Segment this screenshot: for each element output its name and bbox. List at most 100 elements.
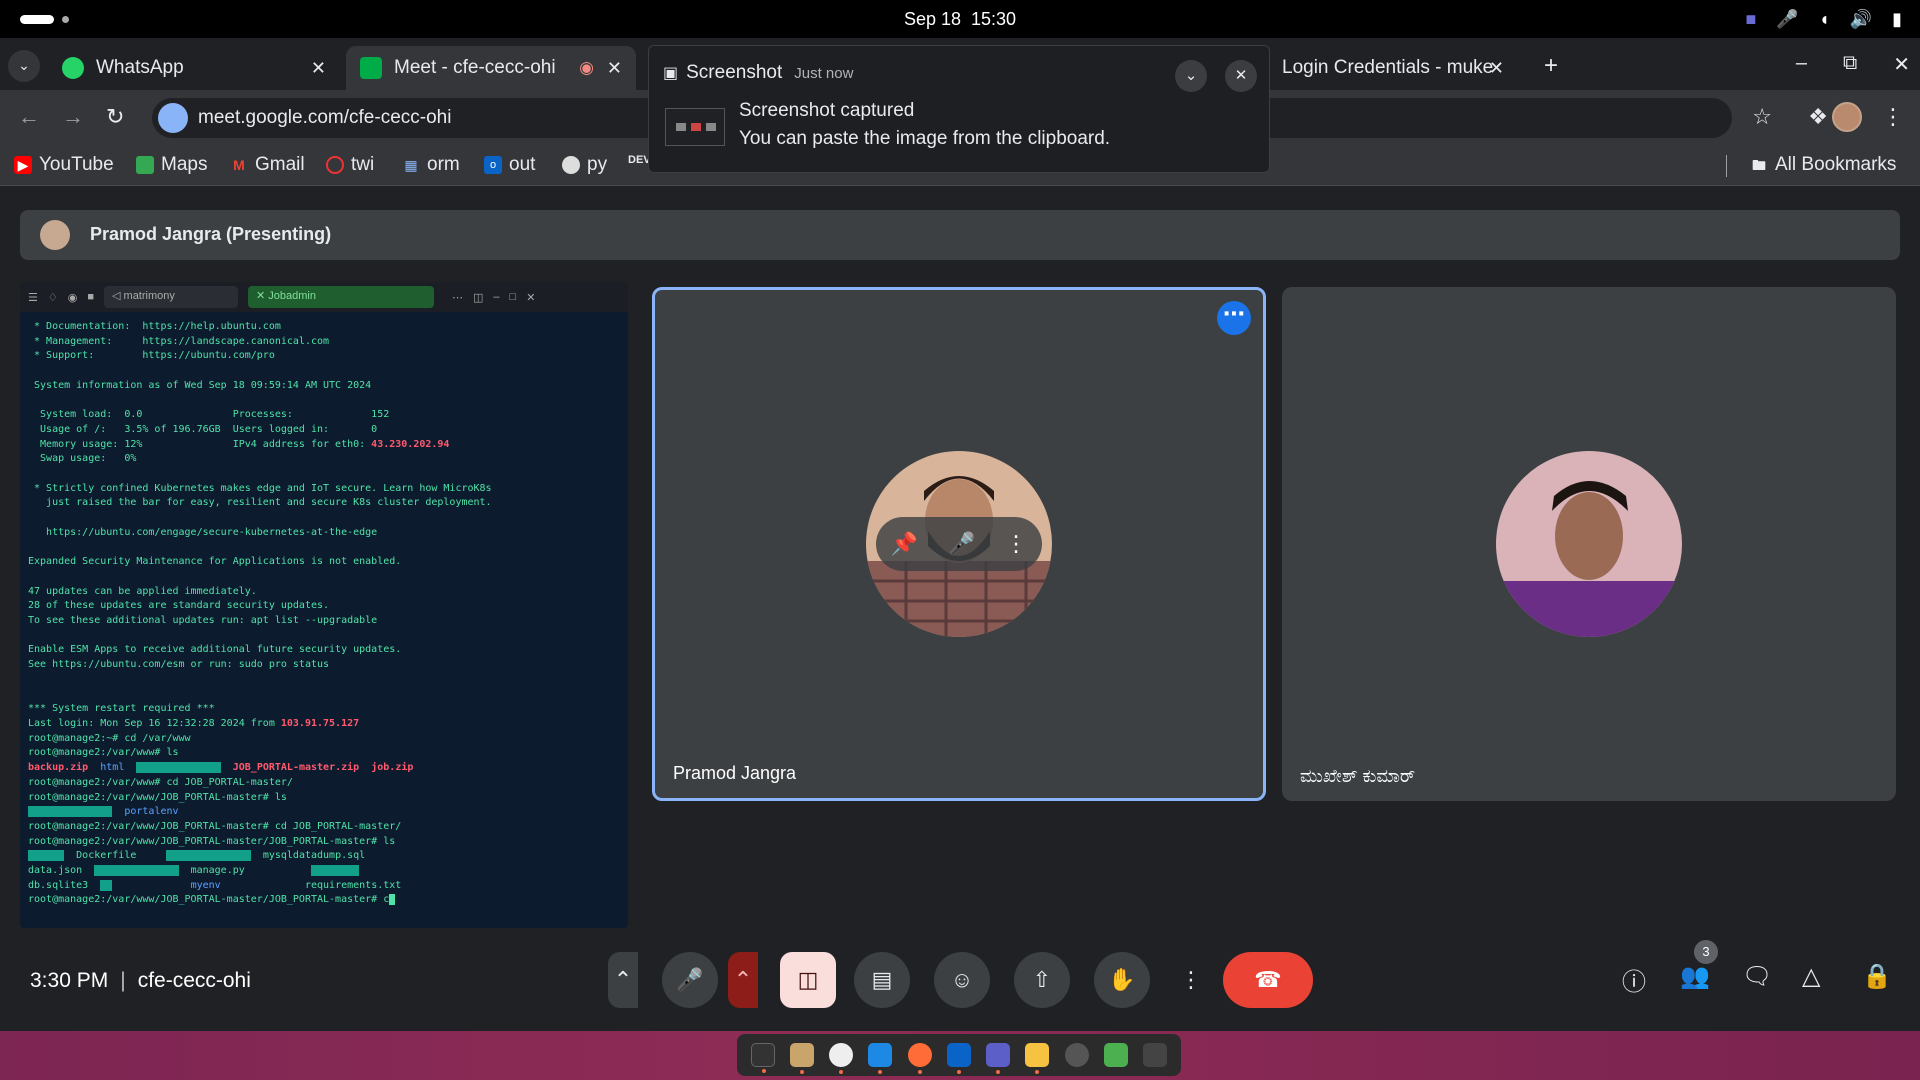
recording-icon: ◉ bbox=[579, 58, 594, 77]
screenshot-thumbnail[interactable] bbox=[665, 108, 725, 146]
present-button[interactable]: ⇧ bbox=[1014, 952, 1070, 1008]
vscode-app-icon[interactable] bbox=[868, 1043, 893, 1074]
chat-icon[interactable]: 🗨 bbox=[1742, 962, 1772, 991]
tab-search-button[interactable]: ⌄ bbox=[8, 50, 40, 82]
screenshot-app-icon[interactable] bbox=[1064, 1043, 1089, 1067]
bookmark-youtube[interactable]: ▶ YouTube bbox=[14, 154, 114, 176]
new-tab-icon[interactable]: + bbox=[1544, 52, 1558, 80]
meeting-details-icon[interactable]: ⓘ bbox=[1622, 962, 1646, 997]
microphone-button[interactable]: 🎤 bbox=[662, 952, 718, 1008]
system-tray[interactable]: ■ 🎤 ◖ 🔊 ▮ bbox=[1746, 9, 1903, 30]
chrome-app-icon[interactable] bbox=[829, 1043, 854, 1074]
reload-icon[interactable]: ↻ bbox=[106, 104, 124, 130]
terminal-line: To see these additional updates run: apt… bbox=[28, 615, 378, 627]
battery-icon[interactable]: ▮ bbox=[1892, 9, 1902, 30]
bookmark-py[interactable]: py bbox=[562, 154, 607, 176]
tab-login-credentials[interactable]: Login Credentials - muke ✕ bbox=[1268, 46, 1518, 90]
minimize-icon[interactable]: – bbox=[1796, 52, 1807, 77]
expand-notification-icon[interactable]: ⌄ bbox=[1175, 60, 1207, 92]
terminal-tab-jobadmin: ✕ Jobadmin bbox=[248, 286, 435, 308]
all-bookmarks[interactable]: 🖿 All Bookmarks bbox=[1750, 154, 1896, 176]
screenshot-notification[interactable]: ▣ Screenshot Just now Screenshot capture… bbox=[648, 45, 1270, 173]
bookmark-star-icon[interactable]: ☆ bbox=[1752, 104, 1772, 130]
system-clock[interactable]: Sep 18 15:30 bbox=[0, 9, 1920, 30]
more-options-button[interactable]: ⋮ bbox=[1163, 952, 1219, 1008]
bookmark-maps[interactable]: Maps bbox=[136, 154, 207, 176]
host-controls-icon[interactable]: 🔒 bbox=[1862, 962, 1892, 991]
show-apps-icon[interactable] bbox=[1143, 1043, 1168, 1067]
close-tab-icon[interactable]: ✕ bbox=[607, 58, 622, 79]
bookmark-gmail[interactable]: M Gmail bbox=[230, 154, 304, 176]
raise-hand-button[interactable]: ✋ bbox=[1094, 952, 1150, 1008]
participant-name: ಮುಖೇಶ್ ಕುಮಾರ್ bbox=[1300, 766, 1416, 786]
terminal-line: * Support: https://ubuntu.com/pro bbox=[28, 350, 275, 362]
folder-icon: 🖿 bbox=[1752, 157, 1766, 173]
twi-icon bbox=[326, 156, 344, 174]
terminal-line: System information as of Wed Sep 18 09:5… bbox=[28, 379, 372, 391]
system-top-bar: Sep 18 15:30 ■ 🎤 ◖ 🔊 ▮ bbox=[0, 0, 1920, 38]
volume-icon[interactable]: 🔊 bbox=[1850, 9, 1872, 30]
terminal-line: xxxxxx Dockerfile xxxxxxxxxxxxxx mysqlda… bbox=[28, 850, 366, 862]
terminal-tab-matrimony: ◁ matrimony bbox=[104, 286, 239, 308]
close-tab-icon[interactable]: ✕ bbox=[1489, 58, 1504, 79]
participant-tile-active[interactable]: ⋯ 📌 🎤 ⋮ Pramod Jangra bbox=[652, 287, 1266, 801]
url-text[interactable]: meet.google.com/cfe-cecc-ohi bbox=[198, 107, 451, 129]
gmail-icon: M bbox=[233, 157, 245, 173]
people-icon[interactable]: 👥 bbox=[1680, 962, 1710, 991]
bookmark-twi[interactable]: twi bbox=[326, 154, 374, 176]
pin-icon[interactable]: 📌 bbox=[891, 531, 918, 557]
chrome-menu-icon[interactable]: ⋮ bbox=[1882, 104, 1904, 130]
notes-app-icon[interactable] bbox=[1025, 1043, 1050, 1074]
terminal-line: db.sqlite3 xx myenv requirements.txt bbox=[28, 879, 402, 891]
forward-icon[interactable]: → bbox=[62, 104, 84, 130]
tab-label: matrimony bbox=[123, 290, 175, 302]
trash-app-icon[interactable] bbox=[1104, 1043, 1129, 1067]
shared-screen[interactable]: ☰ ♢ ◉ ■ ◁ matrimony ✕ Jobadmin ⋯ ◫ – □ ✕… bbox=[20, 282, 628, 928]
bookmark-out[interactable]: o out bbox=[484, 154, 535, 176]
outlook-app-icon[interactable] bbox=[946, 1043, 971, 1074]
files-app-icon[interactable] bbox=[789, 1043, 814, 1074]
terminal-close-icon: ✕ bbox=[526, 291, 536, 304]
system-date: Sep 18 bbox=[903, 9, 961, 29]
terminal-line: * Management: https://landscape.canonica… bbox=[28, 335, 330, 347]
close-window-icon[interactable]: ✕ bbox=[1893, 52, 1910, 77]
extensions-icon[interactable]: ❖ bbox=[1808, 104, 1828, 130]
camera-off-button[interactable]: ◫ bbox=[780, 952, 836, 1008]
postman-app-icon[interactable] bbox=[907, 1043, 932, 1074]
terminal-line: Last login: Mon Sep 16 12:32:28 2024 fro… bbox=[28, 717, 360, 729]
site-info-mic-icon[interactable] bbox=[158, 103, 188, 133]
video-options-chevron-icon[interactable]: ⌃ bbox=[728, 952, 758, 1008]
close-notification-icon[interactable]: ✕ bbox=[1225, 60, 1257, 92]
bookmark-orm[interactable]: ▦ orm bbox=[402, 154, 459, 176]
wifi-icon[interactable]: ◖ bbox=[1819, 9, 1830, 30]
bookmark-label: out bbox=[509, 154, 536, 175]
terminal-app-icon[interactable] bbox=[750, 1043, 775, 1073]
reactions-button[interactable]: ☺ bbox=[934, 952, 990, 1008]
leave-call-button[interactable]: ☎ bbox=[1223, 952, 1313, 1008]
terminal-line: 47 updates can be applied immediately. bbox=[28, 585, 257, 597]
terminal-line: root@manage2:/var/www/JOB_PORTAL-master#… bbox=[28, 791, 287, 803]
terminal-minimize-icon: – bbox=[493, 291, 500, 303]
terminal-line: data.json xxxxxxxxxxxxxx manage.py xxxxx… bbox=[28, 865, 360, 877]
captions-button[interactable]: ▤ bbox=[854, 952, 910, 1008]
maximize-icon[interactable]: ⧉ bbox=[1843, 52, 1857, 77]
close-tab-icon[interactable]: ✕ bbox=[311, 58, 326, 79]
tile-more-options-icon[interactable]: ⋯ bbox=[1217, 301, 1251, 335]
activities-icon[interactable]: △ bbox=[1802, 962, 1820, 991]
participant-tile[interactable]: ಮುಖೇಶ್ ಕುಮಾರ್ bbox=[1282, 287, 1896, 801]
tab-meet[interactable]: Meet - cfe-cecc-ohi ◉ ✕ bbox=[346, 46, 636, 90]
back-icon[interactable]: ← bbox=[18, 104, 40, 130]
tab-whatsapp[interactable]: WhatsApp ✕ bbox=[48, 46, 340, 90]
microphone-in-use-icon[interactable]: 🎤 bbox=[1776, 9, 1798, 30]
audio-options-chevron-icon[interactable]: ⌃ bbox=[608, 952, 638, 1008]
participant-more-icon[interactable]: ⋮ bbox=[1005, 531, 1027, 557]
tab-label: WhatsApp bbox=[96, 57, 184, 78]
teams-app-icon[interactable] bbox=[986, 1043, 1011, 1074]
terminal-line: xxxxxxxxxxxxxx portalenv bbox=[28, 806, 179, 818]
profile-avatar[interactable] bbox=[1832, 102, 1862, 132]
dock bbox=[737, 1034, 1181, 1076]
teams-tray-icon[interactable]: ■ bbox=[1746, 9, 1757, 30]
mute-participant-icon[interactable]: 🎤 bbox=[948, 531, 975, 557]
